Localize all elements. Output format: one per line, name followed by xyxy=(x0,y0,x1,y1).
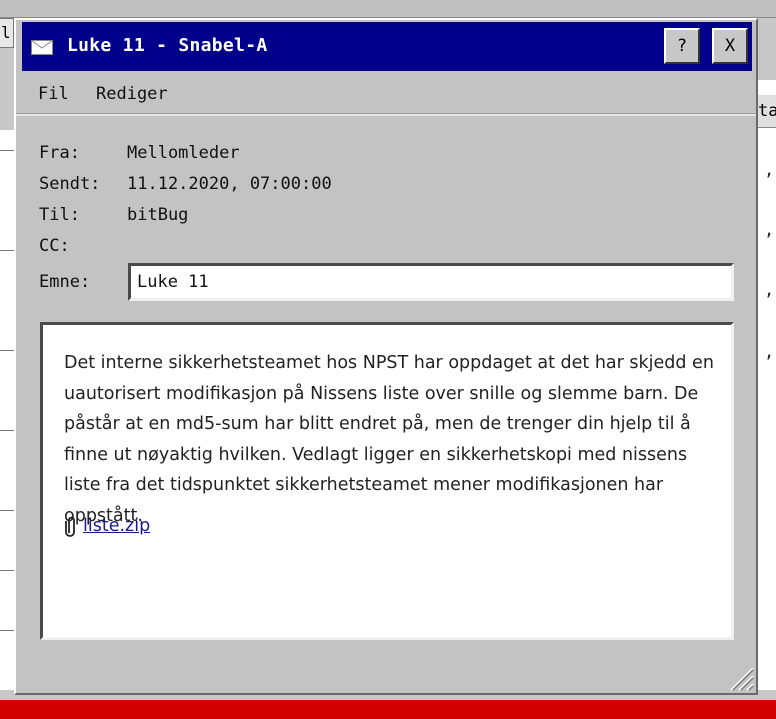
from-label: Fra: xyxy=(39,143,80,163)
cc-label: CC: xyxy=(39,236,70,256)
background-row-line xyxy=(0,150,14,151)
close-button[interactable]: X xyxy=(712,28,748,64)
background-row-line xyxy=(0,630,14,631)
subject-field[interactable] xyxy=(128,263,734,301)
subject-label: Emne: xyxy=(39,272,91,292)
email-window: Luke 11 - Snabel-A ? X Fil Rediger Fra: … xyxy=(14,18,758,695)
message-text: Det interne sikkerhetsteamet hos NPST ha… xyxy=(64,353,714,526)
background-mark: , xyxy=(764,220,775,240)
paperclip-icon xyxy=(65,516,75,537)
menu-bar: Fil Rediger xyxy=(16,76,756,116)
background-row-line xyxy=(0,350,14,351)
title-bar[interactable]: Luke 11 - Snabel-A ? X xyxy=(22,22,752,71)
sent-label: Sendt: xyxy=(39,174,101,194)
menu-item-fil[interactable]: Fil xyxy=(38,84,69,104)
mail-icon xyxy=(31,40,53,55)
background-mark: , xyxy=(764,342,775,362)
background-mark: , xyxy=(764,160,775,180)
background-row-line xyxy=(0,250,14,251)
background-mark: , xyxy=(764,280,775,300)
message-body[interactable]: Det interne sikkerhetsteamet hos NPST ha… xyxy=(40,322,734,640)
menu-item-rediger[interactable]: Rediger xyxy=(96,84,168,104)
background-red-bar xyxy=(0,700,776,719)
background-topbar xyxy=(0,0,776,18)
sent-value: 11.12.2020, 07:00:00 xyxy=(127,174,332,194)
from-value: Mellomleder xyxy=(127,143,240,163)
to-value: bitBug xyxy=(127,205,189,225)
background-row-line xyxy=(0,570,14,571)
background-right-column: ta , , , , xyxy=(758,80,776,690)
background-right-header: ta xyxy=(758,95,776,128)
background-left-column xyxy=(0,130,14,690)
help-button[interactable]: ? xyxy=(664,28,700,64)
attachment[interactable]: liste.zip xyxy=(65,515,150,537)
attachment-link[interactable]: liste.zip xyxy=(83,516,150,536)
window-title: Luke 11 - Snabel-A xyxy=(67,35,268,56)
resize-grip-icon[interactable] xyxy=(726,663,754,691)
to-label: Til: xyxy=(39,205,80,225)
background-tab-fragment: l xyxy=(0,18,14,48)
background-row-line xyxy=(0,510,14,511)
background-row-line xyxy=(0,430,14,431)
